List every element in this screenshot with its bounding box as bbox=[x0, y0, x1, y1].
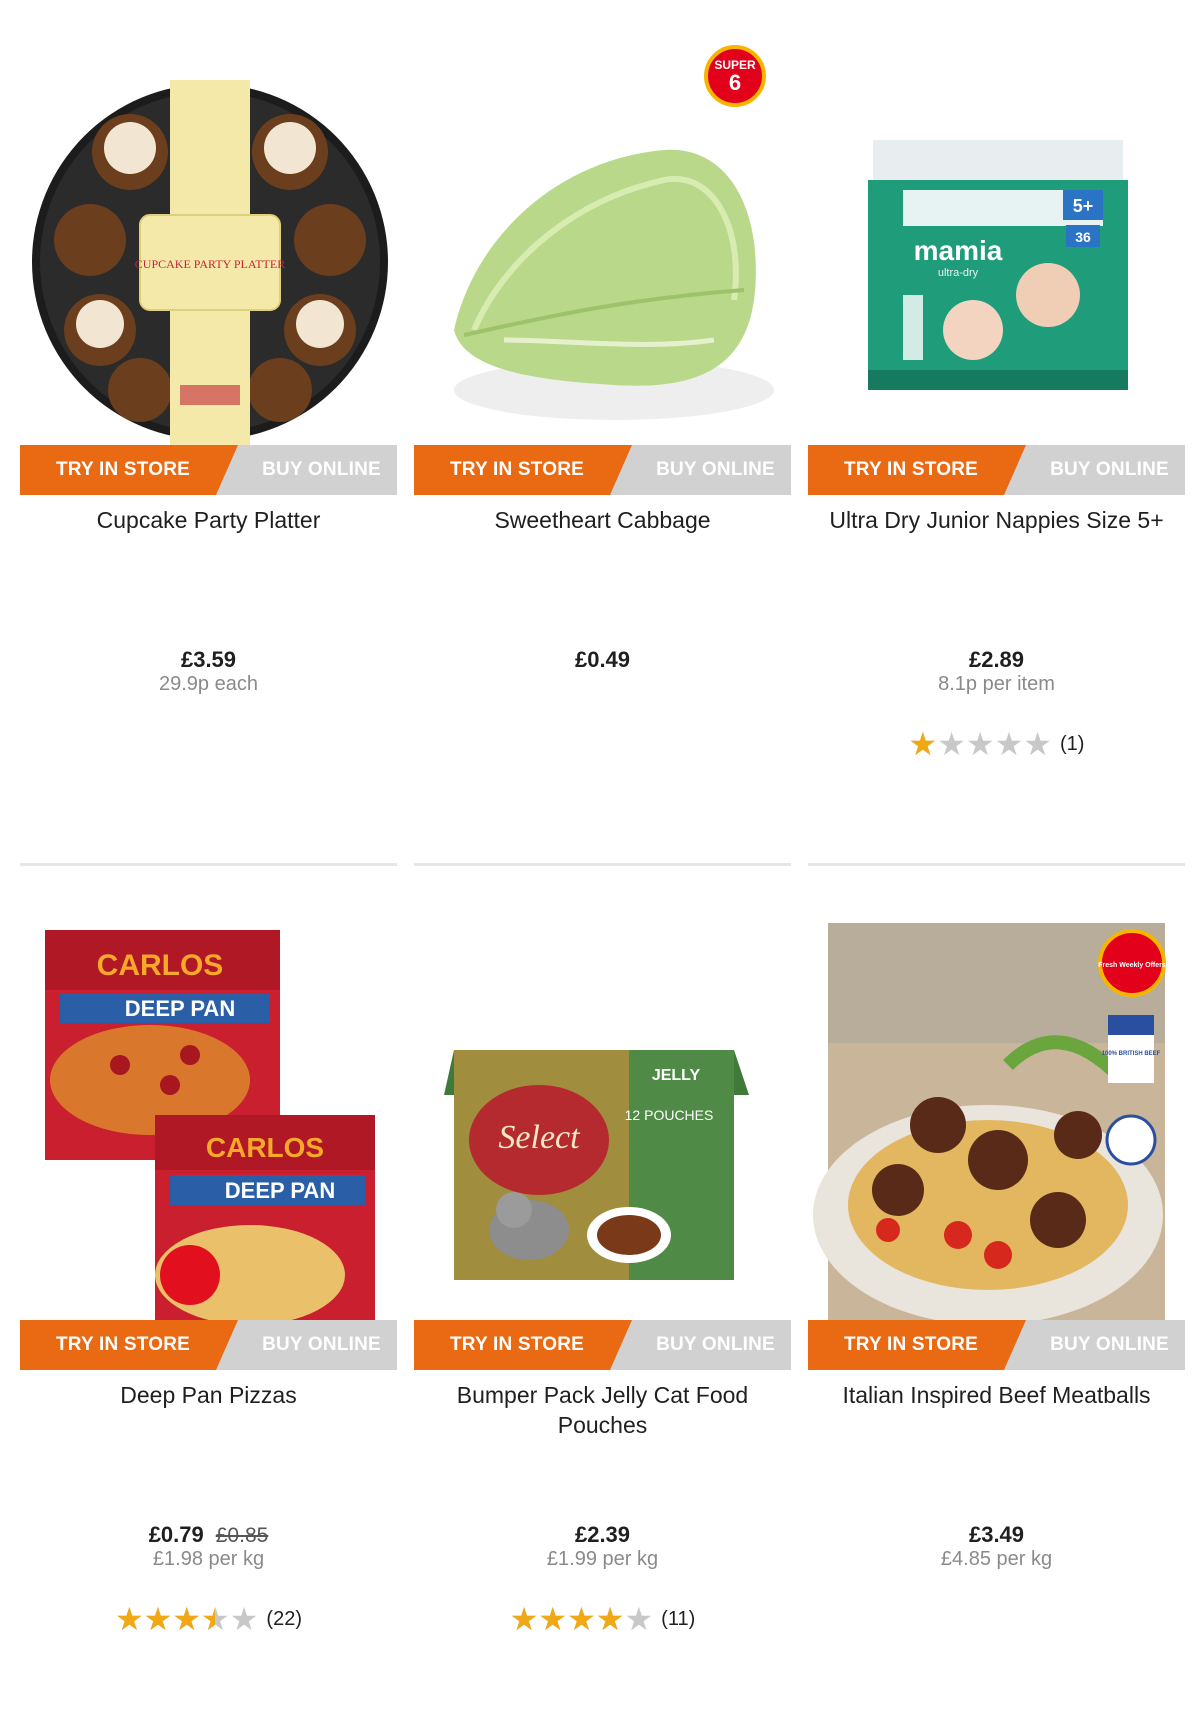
nappies-count-text: 36 bbox=[1075, 229, 1091, 245]
try-in-store-tab[interactable]: TRY IN STORE bbox=[414, 445, 633, 495]
pizza-variant-text: DEEP PAN bbox=[125, 996, 235, 1021]
purchase-tabs: TRY IN STORE BUY ONLINE bbox=[414, 1320, 791, 1370]
buy-online-tab[interactable]: BUY ONLINE bbox=[216, 1320, 397, 1370]
buy-online-tab[interactable]: BUY ONLINE bbox=[216, 445, 397, 495]
price: £2.89 bbox=[808, 647, 1185, 673]
current-price: £0.79 bbox=[148, 1522, 204, 1547]
stars-icon: ★★★★★★★★★★ bbox=[114, 1601, 259, 1637]
was-price: £0.85 bbox=[215, 1524, 269, 1547]
nappies-brand-sub-text: ultra-dry bbox=[938, 267, 979, 279]
current-price: £3.49 bbox=[968, 1522, 1025, 1547]
product-image[interactable]: mamia ultra-dry 5+ 36 bbox=[808, 40, 1185, 490]
cabbage-image bbox=[454, 149, 774, 420]
review-count[interactable]: (11) bbox=[661, 1608, 695, 1631]
product-title[interactable]: Bumper Pack Jelly Cat Food Pouches bbox=[414, 1380, 791, 1440]
buy-online-tab[interactable]: BUY ONLINE bbox=[610, 1320, 791, 1370]
cat-food-variant-text: JELLY bbox=[652, 1067, 701, 1084]
product-title[interactable]: Sweetheart Cabbage bbox=[414, 505, 791, 535]
buy-online-tab[interactable]: BUY ONLINE bbox=[1004, 1320, 1185, 1370]
current-price: £0.49 bbox=[574, 647, 631, 672]
try-in-store-tab[interactable]: TRY IN STORE bbox=[414, 1320, 633, 1370]
price: £0.49 bbox=[414, 647, 791, 673]
pizza-variant-text-2: DEEP PAN bbox=[225, 1178, 335, 1203]
stars-icon: ★★★★★★★★★★ bbox=[908, 726, 1052, 762]
platter-packaging-text: CUPCAKE PARTY PLATTER bbox=[135, 257, 285, 271]
row-divider bbox=[20, 863, 397, 866]
product-title[interactable]: Cupcake Party Platter bbox=[20, 505, 397, 535]
product-title[interactable]: Deep Pan Pizzas bbox=[20, 1380, 397, 1410]
purchase-tabs: TRY IN STORE BUY ONLINE bbox=[808, 445, 1185, 495]
cat-food-image: Select JELLY 12 POUCHES bbox=[444, 1050, 749, 1280]
meatballs-image: Fresh Weekly Offers 100% BRITISH BEEF bbox=[813, 923, 1166, 1349]
fresh-offers-badge-text: Fresh Weekly Offers bbox=[1098, 962, 1166, 969]
purchase-tabs: TRY IN STORE BUY ONLINE bbox=[808, 1320, 1185, 1370]
unit-price: 8.1p per item bbox=[938, 673, 1055, 695]
product-title[interactable]: Ultra Dry Junior Nappies Size 5+ bbox=[808, 505, 1185, 535]
try-in-store-tab[interactable]: TRY IN STORE bbox=[808, 445, 1027, 495]
unit-price: £4.85 per kg bbox=[940, 1548, 1053, 1570]
star-rating[interactable]: ★★★★★★★★★★ (11) bbox=[414, 1603, 791, 1635]
nappies-brand-text: mamia bbox=[914, 235, 1003, 266]
star-rating[interactable]: ★★★★★★★★★★ (22) bbox=[20, 1603, 397, 1635]
review-count[interactable]: (22) bbox=[266, 1608, 302, 1631]
super-6-badge: SUPER 6 bbox=[704, 45, 766, 107]
try-in-store-tab[interactable]: TRY IN STORE bbox=[20, 1320, 239, 1370]
pizza-brand-text: CARLOS bbox=[97, 949, 224, 982]
product-title[interactable]: Italian Inspired Beef Meatballs bbox=[808, 1380, 1185, 1410]
buy-online-tab[interactable]: BUY ONLINE bbox=[1004, 445, 1185, 495]
product-image[interactable]: Select JELLY 12 POUCHES bbox=[414, 915, 791, 1365]
unit-price: 29.9p each bbox=[159, 673, 258, 695]
product-image[interactable]: CUPCAKE PARTY PLATTER bbox=[20, 40, 397, 490]
nappies-image: mamia ultra-dry 5+ 36 bbox=[868, 140, 1128, 390]
star-rating[interactable]: ★★★★★★★★★★ (1) bbox=[808, 728, 1185, 760]
try-in-store-tab[interactable]: TRY IN STORE bbox=[20, 445, 239, 495]
buy-online-tab[interactable]: BUY ONLINE bbox=[610, 445, 791, 495]
row-divider bbox=[808, 863, 1185, 866]
price: £2.39 bbox=[414, 1522, 791, 1548]
cat-food-brand-text: Select bbox=[498, 1119, 581, 1156]
try-in-store-tab[interactable]: TRY IN STORE bbox=[808, 1320, 1027, 1370]
product-image[interactable]: Fresh Weekly Offers 100% BRITISH BEEF bbox=[808, 915, 1185, 1365]
unit-price: £1.99 per kg bbox=[546, 1548, 659, 1570]
nappies-size-text: 5+ bbox=[1073, 196, 1094, 216]
current-price: £3.59 bbox=[180, 647, 237, 672]
british-beef-badge-text: 100% BRITISH BEEF bbox=[1102, 1051, 1161, 1057]
product-image[interactable] bbox=[414, 40, 791, 490]
pizza-brand-text-2: CARLOS bbox=[206, 1132, 324, 1163]
cat-food-count-text: 12 POUCHES bbox=[625, 1107, 714, 1123]
price: £3.49 bbox=[808, 1522, 1185, 1548]
stars-icon: ★★★★★★★★★★ bbox=[509, 1601, 654, 1637]
pizza-image: CARLOS DEEP PAN CARLOS DEEP PAN bbox=[45, 930, 375, 1345]
current-price: £2.39 bbox=[574, 1522, 631, 1547]
price: £3.59 bbox=[20, 647, 397, 673]
row-divider bbox=[414, 863, 791, 866]
purchase-tabs: TRY IN STORE BUY ONLINE bbox=[20, 1320, 397, 1370]
cupcake-platter-image: CUPCAKE PARTY PLATTER bbox=[32, 80, 388, 450]
review-count[interactable]: (1) bbox=[1060, 733, 1084, 756]
price: £0.79 £0.85 bbox=[20, 1522, 397, 1548]
unit-price: £1.98 per kg bbox=[152, 1548, 265, 1570]
super-6-badge-number: 6 bbox=[728, 70, 742, 95]
current-price: £2.89 bbox=[968, 647, 1025, 672]
product-image[interactable]: CARLOS DEEP PAN CARLOS DEEP PAN bbox=[20, 915, 397, 1365]
purchase-tabs: TRY IN STORE BUY ONLINE bbox=[414, 445, 791, 495]
purchase-tabs: TRY IN STORE BUY ONLINE bbox=[20, 445, 397, 495]
